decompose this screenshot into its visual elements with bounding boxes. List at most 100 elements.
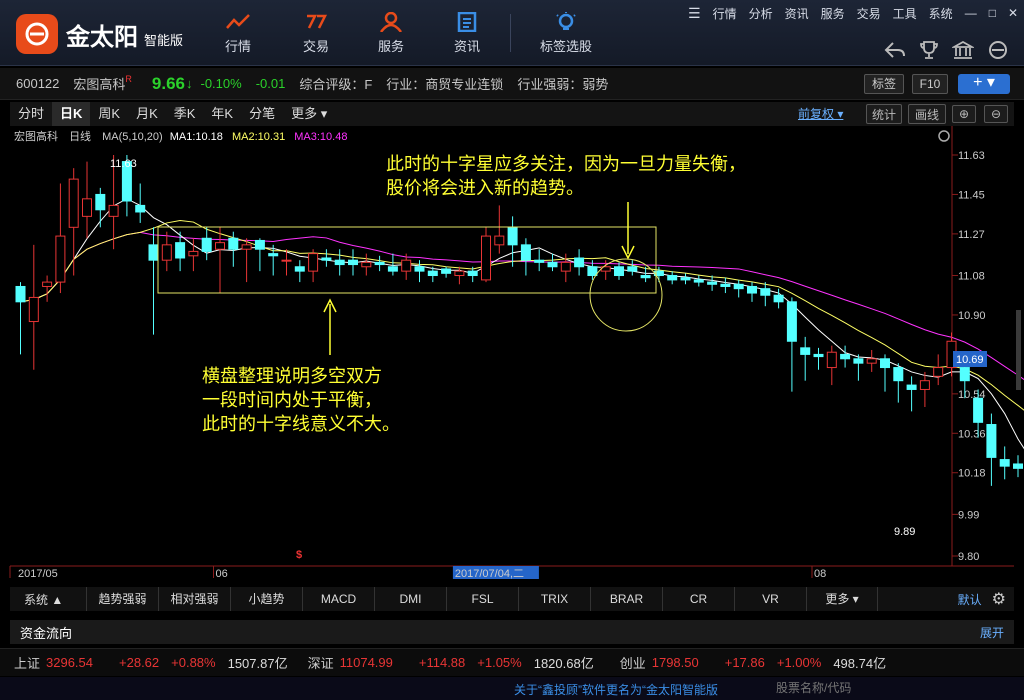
tab-monthly-k[interactable]: 月K xyxy=(128,102,166,126)
tab-fsl[interactable]: FSL xyxy=(446,587,518,611)
tab-daily-k[interactable]: 日K xyxy=(52,102,91,126)
candle-body xyxy=(627,266,638,272)
tag-button[interactable]: 标签 xyxy=(864,74,904,94)
tab-more-indicators[interactable]: 更多 ▾ xyxy=(806,587,878,611)
tab-more[interactable]: 更多 ▾ xyxy=(283,102,335,126)
dividend-marker-icon[interactable]: $ xyxy=(296,549,302,561)
menu-item-trade[interactable]: 交易 xyxy=(857,5,881,22)
back-icon[interactable] xyxy=(884,40,906,60)
tab-relative-strength[interactable]: 相对强弱 xyxy=(158,587,230,611)
index-change: +114.88 xyxy=(418,655,466,670)
tab-vr[interactable]: VR xyxy=(734,587,806,611)
stock-badge: R xyxy=(125,74,132,84)
nav-service[interactable]: 服务 xyxy=(356,8,426,60)
y-tick-label: 10.18 xyxy=(958,468,986,480)
candle-body xyxy=(959,367,970,382)
zoom-in-icon[interactable]: ⊕ xyxy=(952,105,976,123)
expand-button[interactable]: 展开 xyxy=(980,624,1004,641)
adjust-dropdown[interactable]: 前复权 ▾ xyxy=(798,104,843,124)
tab-macd[interactable]: MACD xyxy=(302,587,374,611)
candle-body xyxy=(55,235,66,283)
tab-small-trend[interactable]: 小趋势 xyxy=(230,587,302,611)
tab-dmi[interactable]: DMI xyxy=(374,587,446,611)
menu-item-service[interactable]: 服务 xyxy=(821,5,845,22)
trophy-icon[interactable] xyxy=(918,40,940,60)
candle-body xyxy=(614,266,624,277)
header-period: 日线 xyxy=(69,131,92,143)
index-value: 11074.99 xyxy=(339,655,393,670)
close-icon[interactable]: ✕ xyxy=(1008,6,1018,20)
brand-icon[interactable] xyxy=(986,40,1010,60)
tab-weekly-k[interactable]: 周K xyxy=(90,102,128,126)
menu-icon[interactable]: ☰ xyxy=(688,5,701,22)
menu-item-quotes[interactable]: 行情 xyxy=(713,5,737,22)
y-tick-label: 11.08 xyxy=(958,271,985,283)
tab-yearly-k[interactable]: 年K xyxy=(203,102,241,126)
tab-cr[interactable]: CR xyxy=(662,587,734,611)
trend-icon xyxy=(226,14,250,29)
candle-body xyxy=(68,178,79,228)
y-tick-label: 11.45 xyxy=(958,189,985,201)
nav-news[interactable]: 资讯 xyxy=(432,8,502,60)
y-tick-label: 10.90 xyxy=(958,310,986,322)
ma-params: MA(5,10,20) xyxy=(102,131,163,143)
stock-name[interactable]: 宏图高科R xyxy=(73,74,132,93)
candle-body xyxy=(281,259,292,262)
candle-body xyxy=(574,257,585,268)
draw-button[interactable]: 画线 xyxy=(908,104,946,124)
system-dropdown[interactable]: 系统 ▲ xyxy=(10,591,86,608)
tab-intraday[interactable]: 分时 xyxy=(10,102,52,126)
tab-quarterly-k[interactable]: 季K xyxy=(166,102,204,126)
tab-trend-strength[interactable]: 趋势强弱 xyxy=(86,587,158,611)
default-button[interactable]: 默认 xyxy=(958,591,982,608)
stats-button[interactable]: 统计 xyxy=(866,104,902,124)
high-label: 11.63 xyxy=(110,158,137,170)
tab-tick[interactable]: 分笔 xyxy=(241,102,283,126)
fund-flow-label: 资金流向 xyxy=(20,625,73,641)
candle-body xyxy=(973,397,984,423)
menu-item-news[interactable]: 资讯 xyxy=(785,5,809,22)
index-value: 3296.54 xyxy=(46,655,94,670)
candle-body xyxy=(560,261,571,272)
tab-brar[interactable]: BRAR xyxy=(590,587,662,611)
footer-notice[interactable]: 关于“鑫投顾”软件更名为“金太阳智能版 xyxy=(514,681,776,698)
zoom-out-icon[interactable]: ⊖ xyxy=(984,105,1008,123)
nav-label: 资讯 xyxy=(453,39,480,54)
candle-body xyxy=(667,275,678,281)
minimize-icon[interactable]: — xyxy=(965,6,977,20)
nav-quotes[interactable]: 行情 xyxy=(203,8,273,60)
kline-chart[interactable]: 11.6311.4511.2711.0810.9010.7210.5410.36… xyxy=(0,126,1024,586)
scrollbar[interactable] xyxy=(1016,310,1021,390)
candle-body xyxy=(201,237,212,252)
add-button[interactable]: + ▾ xyxy=(958,74,1010,94)
candle-body xyxy=(747,285,757,294)
candle xyxy=(999,446,1010,480)
candle-body xyxy=(454,270,465,277)
candle-body xyxy=(15,285,26,303)
x-tick-label: 06 xyxy=(216,568,228,580)
candle-body xyxy=(294,266,305,272)
stock-search-input[interactable] xyxy=(776,679,1016,697)
user-icon xyxy=(379,12,403,32)
gear-icon[interactable]: ⚙ xyxy=(992,589,1006,609)
candle-body xyxy=(148,244,159,261)
nav-tag-picker[interactable]: 标签选股 xyxy=(526,8,606,60)
candle-body xyxy=(1013,463,1023,469)
stock-industry: 行业：商贸专业连锁 xyxy=(386,77,504,92)
top-menu: ☰ 行情 分析 资讯 服务 交易 工具 系统 — □ ✕ xyxy=(682,4,1024,22)
candle-body xyxy=(547,261,558,268)
tab-trix[interactable]: TRIX xyxy=(518,587,590,611)
candle-body xyxy=(374,261,385,266)
menu-item-tools[interactable]: 工具 xyxy=(893,5,917,22)
nav-label: 交易 xyxy=(302,39,329,54)
bank-icon[interactable] xyxy=(952,40,974,60)
menu-item-system[interactable]: 系统 xyxy=(929,5,953,22)
f10-button[interactable]: F10 xyxy=(912,74,948,94)
nav-divider xyxy=(510,14,511,52)
candle-body xyxy=(308,253,319,272)
candle-body xyxy=(268,253,279,257)
candle-body xyxy=(919,380,930,390)
nav-trade[interactable]: 交易 xyxy=(281,8,351,60)
maximize-icon[interactable]: □ xyxy=(989,6,996,20)
menu-item-analysis[interactable]: 分析 xyxy=(749,5,773,22)
